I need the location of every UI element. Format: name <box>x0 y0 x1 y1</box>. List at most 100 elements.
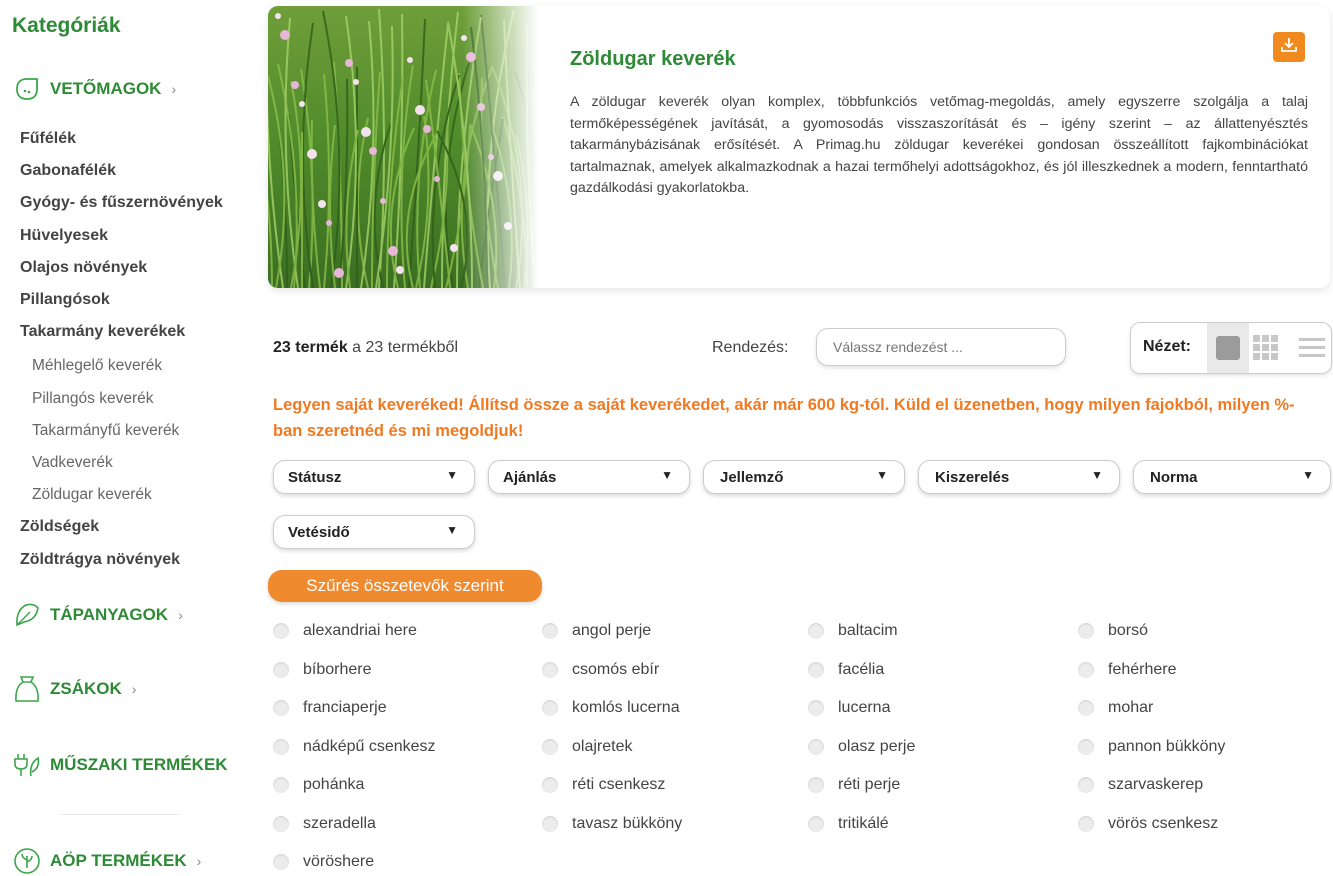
ingredient-option[interactable]: borsó <box>1078 622 1148 640</box>
radio-icon[interactable] <box>1078 738 1094 755</box>
radio-icon[interactable] <box>273 854 289 870</box>
ingredient-option[interactable]: vöröshere <box>273 853 374 871</box>
sidebar-item[interactable]: Hüvelyesek <box>20 227 108 245</box>
sidebar-item[interactable]: Gyógy- és fűszernövények <box>20 194 223 212</box>
ingredient-option[interactable]: szeradella <box>273 815 376 833</box>
radio-icon[interactable] <box>273 777 289 793</box>
sidebar-item[interactable]: Fűfélék <box>20 130 76 148</box>
sidebar-item[interactable]: Takarmány keverékek <box>20 323 185 341</box>
radio-icon[interactable] <box>273 623 289 639</box>
sidebar-subitem[interactable]: Takarmányfű keverék <box>32 422 179 440</box>
sidebar-subitem[interactable]: Zöldugar keverék <box>32 486 152 504</box>
category-technical-label: MŰSZAKI TERMÉKEK <box>50 755 228 774</box>
ingredient-option[interactable]: vörös csenkesz <box>1078 815 1218 833</box>
ingredient-option[interactable]: tritikálé <box>808 815 889 833</box>
filter-sowing-time[interactable]: Vetésidő ▼ <box>273 515 475 549</box>
ingredient-option[interactable]: olasz perje <box>808 738 915 756</box>
sidebar-item[interactable]: Pillangósok <box>20 291 110 309</box>
sidebar-item[interactable]: Gabonafélék <box>20 162 116 180</box>
radio-icon[interactable] <box>1078 661 1094 678</box>
radio-icon[interactable] <box>1078 815 1094 832</box>
radio-icon[interactable] <box>542 700 558 716</box>
filter-feature[interactable]: Jellemző ▼ <box>703 460 905 494</box>
ingredient-option[interactable]: bíborhere <box>273 661 372 679</box>
ingredient-label: franciaperje <box>303 699 387 716</box>
ingredient-option[interactable]: nádképű csenkesz <box>273 738 436 756</box>
radio-icon[interactable] <box>542 623 558 639</box>
category-nutrients-label: TÁPANYAGOK <box>50 605 169 624</box>
radio-icon[interactable] <box>273 700 289 716</box>
ingredient-option[interactable]: szarvaskerep <box>1078 776 1203 794</box>
ingredient-option[interactable]: angol perje <box>542 622 651 640</box>
category-nutrients[interactable]: TÁPANYAGOK › <box>12 600 183 630</box>
sidebar-item[interactable]: Olajos növények <box>20 259 147 277</box>
category-seeds[interactable]: VETŐMAGOK › <box>12 74 176 104</box>
radio-icon[interactable] <box>1078 777 1094 793</box>
ingredient-option[interactable]: alexandriai here <box>273 622 417 640</box>
radio-icon[interactable] <box>808 661 824 678</box>
filter-recommendation[interactable]: Ajánlás ▼ <box>488 460 690 494</box>
sidebar-subitem[interactable]: Pillangós keverék <box>32 390 153 408</box>
radio-icon[interactable] <box>273 815 289 832</box>
ingredient-option[interactable]: lucerna <box>808 699 890 717</box>
category-aop-label: AÖP TERMÉKEK <box>50 851 187 870</box>
filter-norm[interactable]: Norma ▼ <box>1133 460 1331 494</box>
radio-icon[interactable] <box>542 777 558 793</box>
ingredient-option[interactable]: baltacim <box>808 622 898 640</box>
ingredient-label: pannon bükköny <box>1108 737 1226 755</box>
download-button[interactable] <box>1273 32 1305 62</box>
ingredient-option[interactable]: franciaperje <box>273 699 387 717</box>
radio-icon[interactable] <box>273 738 289 755</box>
ingredient-option[interactable]: facélia <box>808 661 884 679</box>
sidebar: Kategóriák VETŐMAGOK › Fűfélék Gabonafélé… <box>0 0 258 875</box>
ingredient-option[interactable]: fehérhere <box>1078 661 1177 679</box>
sidebar-subitem[interactable]: Méhlegelő keverék <box>32 357 162 375</box>
category-bags-label: ZSÁKOK <box>50 679 122 698</box>
ingredient-label: tavasz bükköny <box>572 814 683 832</box>
dropdown-arrow-icon: ▼ <box>876 468 888 482</box>
chevron-right-icon: › <box>178 607 183 623</box>
view-single-button[interactable] <box>1207 323 1249 373</box>
ingredient-option[interactable]: csomós ebír <box>542 661 659 679</box>
category-aop[interactable]: AÖP TERMÉKEK › <box>12 846 201 876</box>
filter-packaging[interactable]: Kiszerelés ▼ <box>918 460 1120 494</box>
ingredient-label: angol perje <box>572 622 652 639</box>
sort-select[interactable] <box>816 328 1066 366</box>
categories-title: Kategóriák <box>12 14 121 37</box>
radio-icon[interactable] <box>273 661 289 678</box>
ingredient-option[interactable]: pannon bükköny <box>1078 738 1225 756</box>
category-bags[interactable]: ZSÁKOK › <box>12 674 136 704</box>
radio-icon[interactable] <box>808 738 824 755</box>
radio-icon[interactable] <box>542 661 558 678</box>
radio-icon[interactable] <box>808 777 824 793</box>
radio-icon[interactable] <box>808 700 824 716</box>
sidebar-item[interactable]: Zöldségek <box>20 518 99 536</box>
ingredient-option[interactable]: komlós lucerna <box>542 699 680 717</box>
sidebar-item[interactable]: Zöldtrágya növények <box>20 551 180 569</box>
dropdown-arrow-icon: ▼ <box>661 468 673 482</box>
category-technical[interactable]: MŰSZAKI TERMÉKEK <box>12 750 228 780</box>
ingredient-option[interactable]: olajretek <box>542 738 632 756</box>
single-view-icon <box>1216 336 1240 360</box>
plug-leaf-icon <box>12 750 42 780</box>
ingredient-option[interactable]: réti perje <box>808 776 900 794</box>
radio-icon[interactable] <box>1078 700 1094 716</box>
ingredient-option[interactable]: mohar <box>1078 699 1153 717</box>
ingredient-option[interactable]: pohánka <box>273 776 364 794</box>
divider <box>60 814 180 815</box>
dropdown-arrow-icon: ▼ <box>446 468 458 482</box>
grid-view-icon[interactable] <box>1253 335 1279 361</box>
radio-icon[interactable] <box>808 623 824 639</box>
radio-icon[interactable] <box>542 738 558 755</box>
sidebar-subitem[interactable]: Vadkeverék <box>32 454 113 472</box>
radio-icon[interactable] <box>1078 623 1094 639</box>
ingredient-option[interactable]: réti csenkesz <box>542 776 665 794</box>
ingredient-option[interactable]: tavasz bükköny <box>542 815 682 833</box>
radio-icon[interactable] <box>808 815 824 832</box>
filter-by-ingredients-button[interactable]: Szűrés összetevők szerint <box>268 570 542 602</box>
ingredient-label: pohánka <box>303 776 365 793</box>
chevron-right-icon: › <box>196 853 202 869</box>
filter-status[interactable]: Státusz ▼ <box>273 460 475 494</box>
radio-icon[interactable] <box>542 815 558 832</box>
list-view-icon[interactable] <box>1299 336 1325 360</box>
